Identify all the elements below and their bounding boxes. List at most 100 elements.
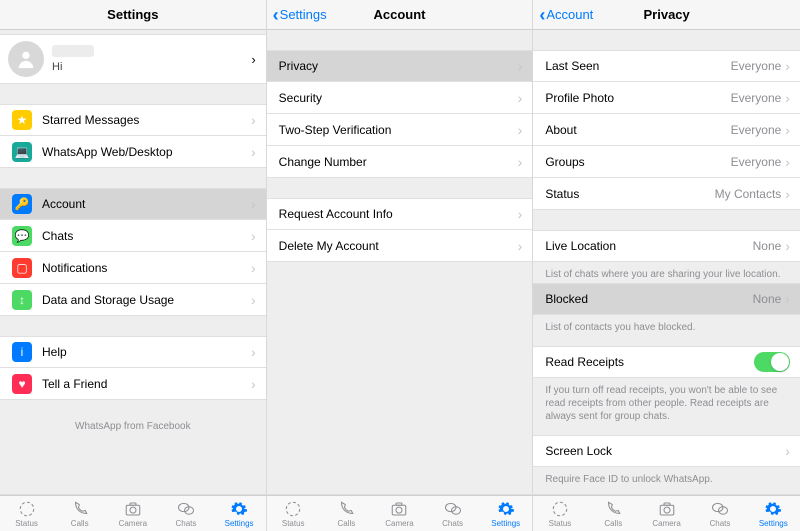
row-label: Status xyxy=(545,187,714,201)
row-last-seen[interactable]: Last Seen Everyone › xyxy=(533,50,800,82)
chevron-left-icon: ‹ xyxy=(273,6,279,24)
tab-calls[interactable]: Calls xyxy=(587,496,640,531)
chats-icon: 💬 xyxy=(12,226,32,246)
row-value: Everyone xyxy=(731,59,782,73)
row-request-info[interactable]: Request Account Info› xyxy=(267,198,533,230)
navbar-title: Account xyxy=(373,7,425,22)
calls-icon xyxy=(604,500,622,518)
navbar-privacy: ‹ Account Privacy xyxy=(533,0,800,30)
navbar-title: Settings xyxy=(107,7,158,22)
settings-icon xyxy=(230,500,248,518)
tab-label: Calls xyxy=(337,519,355,528)
row-screen-lock[interactable]: Screen Lock › xyxy=(533,435,800,467)
tab-label: Camera xyxy=(385,519,413,528)
tab-settings[interactable]: Settings xyxy=(213,496,266,531)
tab-label: Calls xyxy=(71,519,89,528)
chevron-right-icon: › xyxy=(251,229,256,243)
tab-calls[interactable]: Calls xyxy=(53,496,106,531)
row-groups[interactable]: Groups Everyone › xyxy=(533,146,800,178)
chats-icon xyxy=(711,500,729,518)
row-label: Notifications xyxy=(42,261,251,275)
chevron-right-icon: › xyxy=(518,239,523,253)
account-screen: ‹ Settings Account Privacy›Security›Two-… xyxy=(267,0,534,494)
tab-label: Status xyxy=(15,519,38,528)
chevron-right-icon: › xyxy=(518,91,523,105)
read-receipts-toggle[interactable] xyxy=(754,352,790,372)
row-label: Read Receipts xyxy=(545,355,754,369)
tab-settings[interactable]: Settings xyxy=(479,496,532,531)
data-storage-icon: ↕ xyxy=(12,290,32,310)
row-live-location[interactable]: Live Location None › xyxy=(533,230,800,262)
settings-icon xyxy=(497,500,515,518)
row-help[interactable]: iHelp› xyxy=(0,336,266,368)
row-about[interactable]: About Everyone › xyxy=(533,114,800,146)
tab-chats[interactable]: Chats xyxy=(693,496,746,531)
tab-calls[interactable]: Calls xyxy=(320,496,373,531)
settings-screen: Settings Hi › ★Starred Messages›💻WhatsAp… xyxy=(0,0,267,494)
row-status[interactable]: Status My Contacts › xyxy=(533,178,800,210)
chevron-right-icon: › xyxy=(785,123,790,137)
row-chats[interactable]: 💬Chats› xyxy=(0,220,266,252)
row-whatsapp-web[interactable]: 💻WhatsApp Web/Desktop› xyxy=(0,136,266,168)
chevron-right-icon: › xyxy=(251,145,256,159)
row-privacy[interactable]: Privacy› xyxy=(267,50,533,82)
row-value: Everyone xyxy=(731,155,782,169)
row-label: Blocked xyxy=(545,292,752,306)
chevron-right-icon: › xyxy=(251,52,255,67)
row-label: Security xyxy=(279,91,518,105)
row-tell-a-friend[interactable]: ♥Tell a Friend› xyxy=(0,368,266,400)
avatar xyxy=(8,41,44,77)
tabbar: Status Calls Camera Chats Settings xyxy=(533,496,800,531)
row-notifications[interactable]: ▢Notifications› xyxy=(0,252,266,284)
tell-a-friend-icon: ♥ xyxy=(12,374,32,394)
tab-label: Chats xyxy=(442,519,463,528)
tab-status[interactable]: Status xyxy=(533,496,586,531)
chevron-right-icon: › xyxy=(518,155,523,169)
tab-chats[interactable]: Chats xyxy=(159,496,212,531)
row-read-receipts: Read Receipts xyxy=(533,346,800,378)
tabbar: Status Calls Camera Chats Settings xyxy=(267,496,534,531)
tab-camera[interactable]: Camera xyxy=(373,496,426,531)
chevron-right-icon: › xyxy=(251,261,256,275)
row-delete-account[interactable]: Delete My Account› xyxy=(267,230,533,262)
row-account[interactable]: 🔑Account› xyxy=(0,188,266,220)
back-button[interactable]: ‹ Account xyxy=(539,6,593,24)
row-label: Account xyxy=(42,197,251,211)
row-label: Profile Photo xyxy=(545,91,730,105)
tab-status[interactable]: Status xyxy=(0,496,53,531)
tab-camera[interactable]: Camera xyxy=(106,496,159,531)
navbar-title: Privacy xyxy=(644,7,690,22)
camera-icon xyxy=(124,500,142,518)
profile-status: Hi xyxy=(52,61,251,73)
chevron-right-icon: › xyxy=(518,59,523,73)
tab-status[interactable]: Status xyxy=(267,496,320,531)
chevron-right-icon: › xyxy=(251,197,256,211)
tab-label: Settings xyxy=(225,519,254,528)
tab-camera[interactable]: Camera xyxy=(640,496,693,531)
navbar-account: ‹ Settings Account xyxy=(267,0,533,30)
tab-chats[interactable]: Chats xyxy=(426,496,479,531)
row-security[interactable]: Security› xyxy=(267,82,533,114)
back-button[interactable]: ‹ Settings xyxy=(273,6,327,24)
row-starred-messages[interactable]: ★Starred Messages› xyxy=(0,104,266,136)
profile-row[interactable]: Hi › xyxy=(0,34,266,84)
tab-label: Camera xyxy=(652,519,680,528)
calls-icon xyxy=(337,500,355,518)
calls-icon xyxy=(71,500,89,518)
row-label: Starred Messages xyxy=(42,113,251,127)
row-data-storage[interactable]: ↕Data and Storage Usage› xyxy=(0,284,266,316)
row-two-step[interactable]: Two-Step Verification› xyxy=(267,114,533,146)
tab-settings[interactable]: Settings xyxy=(747,496,800,531)
tab-label: Settings xyxy=(759,519,788,528)
row-change-number[interactable]: Change Number› xyxy=(267,146,533,178)
back-label: Settings xyxy=(280,7,327,22)
starred-messages-icon: ★ xyxy=(12,110,32,130)
tab-label: Chats xyxy=(175,519,196,528)
row-profile-photo[interactable]: Profile Photo Everyone › xyxy=(533,82,800,114)
row-label: Groups xyxy=(545,155,730,169)
chevron-right-icon: › xyxy=(785,155,790,169)
row-blocked[interactable]: Blocked None › xyxy=(533,283,800,315)
tab-label: Status xyxy=(549,519,572,528)
footer-live-location: List of chats where you are sharing your… xyxy=(533,262,800,283)
row-value: Everyone xyxy=(731,91,782,105)
